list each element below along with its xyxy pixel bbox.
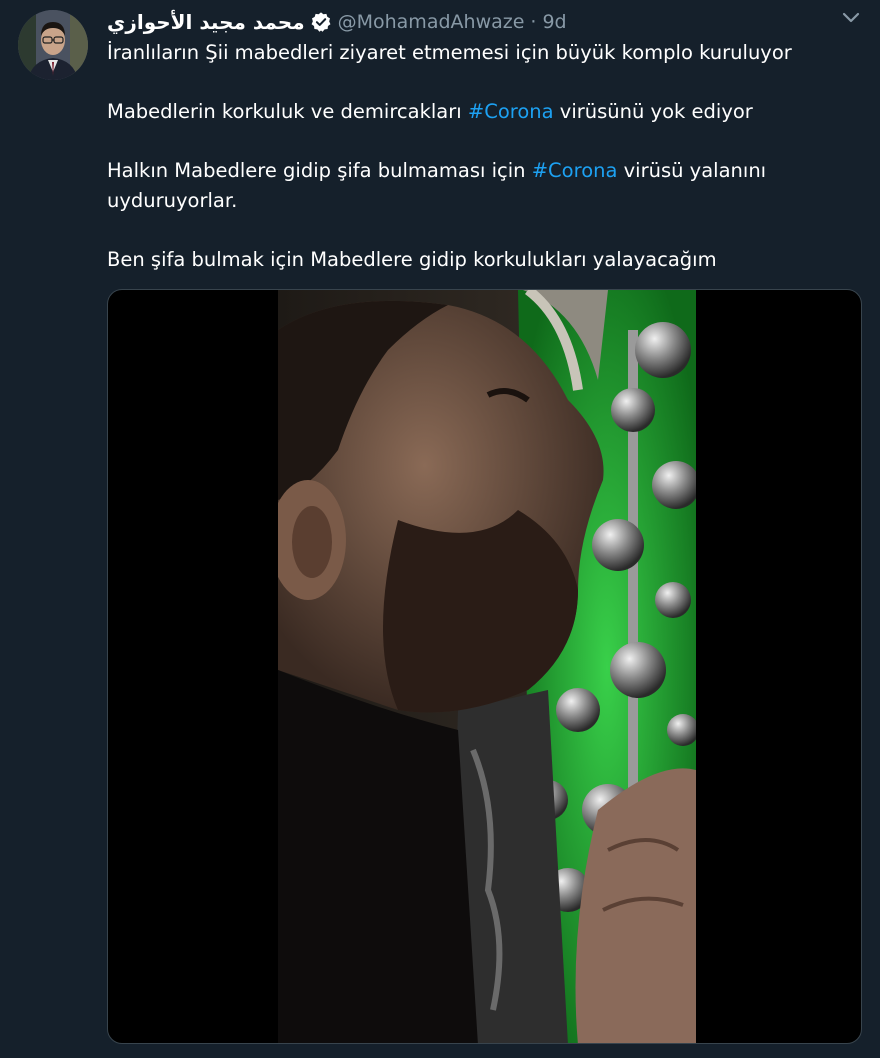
avatar[interactable]	[18, 10, 88, 80]
text-segment: Ben şifa bulmak için Mabedlere gidip kor…	[107, 247, 717, 271]
tweet-text-line: Mabedlerin korkuluk ve demircakları #Cor…	[107, 97, 847, 127]
separator-dot: ·	[530, 11, 537, 33]
timestamp[interactable]: 9d	[542, 11, 566, 33]
text-segment: Mabedlerin korkuluk ve demircakları	[107, 100, 468, 123]
hashtag-link[interactable]: #Corona	[532, 159, 618, 182]
user-handle[interactable]: @MohamadAhwaze	[338, 11, 525, 33]
tweet-text-line: İranlıların Şii mabedleri ziyaret etmeme…	[107, 38, 847, 68]
hashtag-link[interactable]: #Corona	[468, 100, 554, 123]
tweet-text-line: Ben şifa bulmak için Mabedlere gidip kor…	[107, 245, 847, 275]
verified-badge-icon	[310, 11, 332, 33]
display-name[interactable]: محمد مجيد الأحوازي	[107, 10, 305, 34]
tweet-header: محمد مجيد الأحوازي @MohamadAhwaze · 9d	[107, 8, 567, 36]
tweet-text-line: Halkın Mabedlere gidip şifa bulmaması iç…	[107, 156, 777, 215]
video-player[interactable]	[107, 289, 862, 1044]
profile-photo-icon	[18, 10, 88, 80]
text-segment: virüsünü yok ediyor	[553, 100, 753, 123]
text-segment: İranlıların Şii mabedleri ziyaret etmeme…	[107, 41, 792, 64]
text-segment: Halkın Mabedlere gidip şifa bulmaması iç…	[107, 159, 532, 182]
tweet[interactable]: محمد مجيد الأحوازي @MohamadAhwaze · 9d İ…	[0, 0, 880, 1058]
chevron-down-icon[interactable]	[840, 10, 862, 26]
video-still-icon	[270, 290, 700, 1043]
tweet-text: İranlıların Şii mabedleri ziyaret etmeme…	[107, 38, 847, 274]
video-frame	[270, 290, 700, 1043]
